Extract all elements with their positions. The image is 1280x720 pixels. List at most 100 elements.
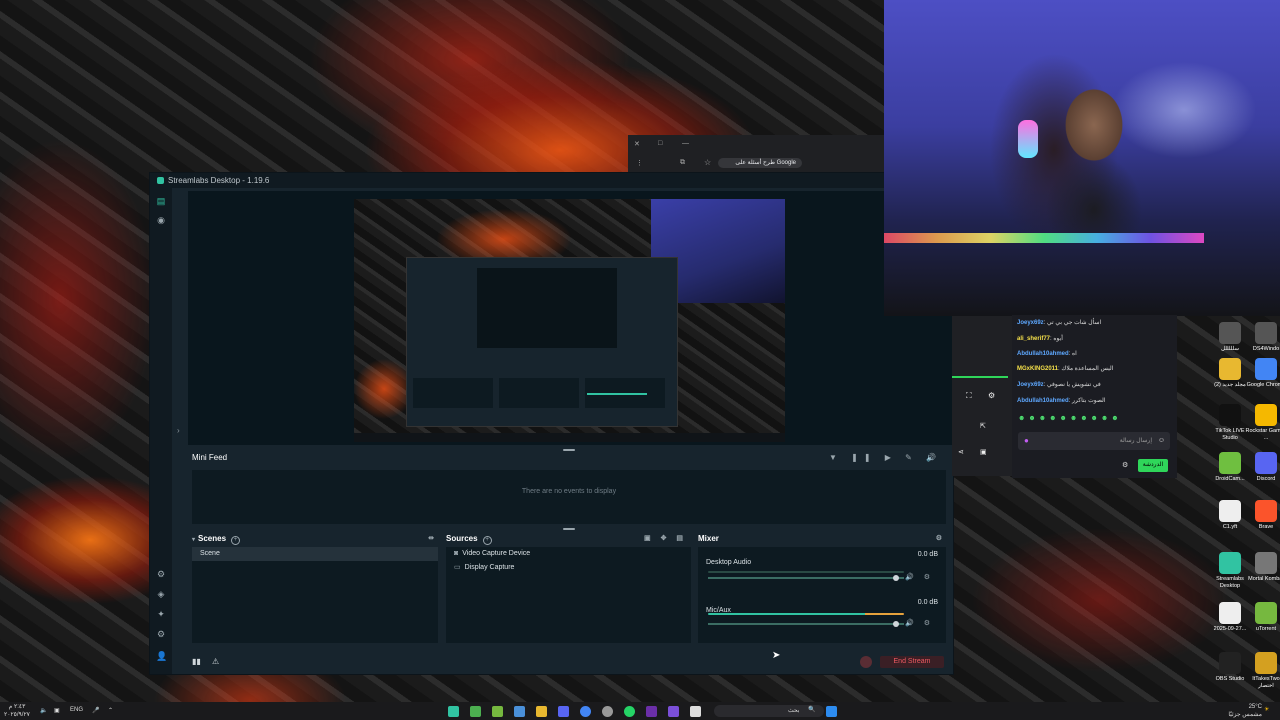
slider-knob[interactable]	[893, 621, 900, 627]
widget-icon[interactable]: ◈	[156, 589, 166, 599]
desktop-icon-label: Discord	[1256, 476, 1276, 482]
chrome-taskbar-icon[interactable]	[580, 706, 591, 717]
utorrent-taskbar-icon[interactable]	[492, 706, 503, 717]
maximize-icon[interactable]: □	[658, 140, 662, 147]
desktop-icon[interactable]: Discord	[1244, 452, 1280, 483]
stream-preview[interactable]	[354, 199, 785, 442]
share-icon[interactable]: ⋖	[958, 448, 964, 456]
fullscreen-icon[interactable]: ⛶	[966, 391, 972, 401]
resize-handle[interactable]	[563, 449, 575, 451]
app-icon	[1219, 358, 1241, 380]
record-button[interactable]	[860, 656, 872, 668]
stream-side-panel: ⛶ ⚙ ⇱ ⋖ ▣	[952, 316, 1012, 476]
preview-nested-window	[406, 257, 678, 427]
start-windows-icon[interactable]	[826, 706, 837, 717]
stats-icon[interactable]: ▮▮	[192, 657, 201, 666]
desktop-icon[interactable]: DS4Windo	[1244, 322, 1280, 353]
clock[interactable]: ٢:٤٣ م ٢٠٢٥/٩/٢٧	[4, 703, 30, 719]
desktop-icon[interactable]: ItTakesTwo اختصار	[1244, 652, 1280, 690]
chat-username[interactable]: Abdullah10ahmed	[1017, 351, 1069, 357]
desktop-icon[interactable]: uTorrent	[1244, 602, 1280, 633]
editor-icon[interactable]: ▤	[156, 196, 166, 206]
star-icon[interactable]: ☆	[704, 158, 711, 167]
themes-icon[interactable]: ◉	[156, 215, 166, 225]
add-scene-icon[interactable]: +	[231, 536, 241, 545]
network-icon[interactable]: ▣	[54, 707, 60, 714]
mic-icon[interactable]: ●	[1024, 432, 1029, 450]
volume-slider[interactable]	[708, 621, 904, 627]
chat-message: Joeyx69z: اسأل شات جي بي تي	[1017, 319, 1101, 326]
streamlabs-window: Streamlabs Desktop - 1.19.6 ▤ ◉ ⚙ ◈ ✦ ⚙ …	[149, 172, 954, 675]
language-indicator[interactable]: ENG	[70, 707, 83, 713]
chat-username[interactable]: Joeyx69z	[1017, 382, 1044, 388]
scene-transitions-icon[interactable]: ⇹	[428, 533, 434, 545]
settings-icon[interactable]: ⚙	[988, 391, 995, 400]
desktop-icon[interactable]: Brave	[1244, 500, 1280, 531]
streamlabs-taskbar-icon[interactable]	[448, 706, 459, 717]
edit-icon[interactable]: ⇱	[980, 422, 986, 430]
minimize-icon[interactable]: —	[682, 140, 689, 147]
channel-controls-icon[interactable]: 🔊 ⚙	[905, 619, 934, 627]
left-nav: ▤ ◉ ⚙ ◈ ✦ ⚙ 👤	[150, 188, 172, 674]
emote-bar[interactable]: ☻☻☻☻☻☻☻☻☻☻	[1018, 415, 1173, 425]
chat-input[interactable]: إرسال رسالة ● ☺	[1018, 432, 1170, 450]
discord-taskbar-icon[interactable]	[558, 706, 569, 717]
collapse-icon[interactable]: ▾	[192, 537, 195, 543]
chat-username[interactable]: MGxKING2011	[1017, 366, 1058, 372]
chat-message: MGxKING2011: اليس المساعدة ملاك	[1017, 365, 1113, 372]
add-source-icon[interactable]: +	[482, 536, 492, 545]
settings-icon[interactable]: ⚙	[156, 629, 166, 639]
source-tools-icon[interactable]: ▣ ✥ ▤	[644, 533, 687, 545]
desktop-icon[interactable]: Google Chrome	[1244, 358, 1280, 389]
warning-icon[interactable]: ⚠	[212, 657, 219, 666]
mini-feed-title: Mini Feed	[192, 453, 228, 462]
address-bar[interactable]: طرح أسئلة على Google	[718, 158, 802, 168]
volume-slider[interactable]	[708, 575, 904, 581]
chatgpt-taskbar-icon[interactable]	[602, 706, 613, 717]
source-item[interactable]: ◙ Video Capture Device	[446, 547, 691, 561]
resize-handle[interactable]	[563, 528, 575, 530]
mic-icon[interactable]: 🎤	[92, 707, 99, 714]
app-taskbar-icon[interactable]	[668, 706, 679, 717]
explorer-taskbar-icon[interactable]	[536, 706, 547, 717]
scenes-title: Scenes	[198, 534, 227, 543]
end-stream-button[interactable]: End Stream	[880, 656, 944, 668]
webcam-feed	[884, 0, 1280, 316]
desktop-icon[interactable]: Mortal Kombat	[1244, 552, 1280, 583]
sparkle-icon[interactable]: ✦	[156, 609, 166, 619]
notepad-taskbar-icon[interactable]	[690, 706, 701, 717]
date: ٢٠٢٥/٩/٢٧	[4, 712, 30, 718]
chevron-right-icon[interactable]: ›	[177, 426, 180, 435]
volume-icon[interactable]: 🔈	[40, 707, 47, 714]
gift-icon[interactable]: ▣	[980, 448, 987, 456]
xbox-taskbar-icon[interactable]	[470, 706, 481, 717]
chat-settings-icon[interactable]: ⚙	[1122, 461, 1128, 469]
desktop-icon[interactable]: Rockstar Games ...	[1244, 404, 1280, 442]
weather-widget[interactable]: 25°C مشمس جزئيًا	[1220, 703, 1262, 719]
scene-item[interactable]: Scene	[192, 547, 438, 561]
close-icon[interactable]: ✕	[634, 140, 640, 148]
desktop-icon-label: DS4Windo	[1252, 346, 1280, 352]
chat-username[interactable]: Joeyx69z	[1017, 320, 1044, 326]
slider-knob[interactable]	[893, 575, 900, 581]
extensions-icon[interactable]: ⧉	[680, 159, 685, 167]
mini-feed-controls-icon[interactable]: ▼ ❚❚ ▶ ✎ 🔊	[829, 453, 942, 462]
app-icon	[1219, 500, 1241, 522]
profile-icon[interactable]: 👤	[156, 651, 167, 661]
alert-box-icon[interactable]: ⚙	[156, 569, 166, 579]
source-item[interactable]: ▭ Display Capture	[446, 561, 691, 575]
search-box[interactable]: بحث 🔍	[714, 705, 824, 717]
mixer-settings-icon[interactable]: ⚙	[936, 533, 942, 545]
chat-username[interactable]: Abdullah10ahmed	[1017, 398, 1069, 404]
premiere-taskbar-icon[interactable]	[646, 706, 657, 717]
chat-send-button[interactable]: الدردشة	[1138, 459, 1168, 472]
chevron-up-icon[interactable]: ⌃	[108, 707, 113, 714]
chat-username[interactable]: ali_sherif77	[1017, 336, 1050, 342]
source-label: Video Capture Device	[462, 550, 531, 557]
desktop-icon-label: ItTakesTwo اختصار	[1252, 676, 1280, 689]
whatsapp-taskbar-icon[interactable]	[624, 706, 635, 717]
emoji-icon[interactable]: ☺	[1158, 432, 1165, 450]
channel-controls-icon[interactable]: 🔊 ⚙	[905, 573, 934, 581]
store-taskbar-icon[interactable]	[514, 706, 525, 717]
menu-icon[interactable]: ⋮	[636, 159, 643, 167]
